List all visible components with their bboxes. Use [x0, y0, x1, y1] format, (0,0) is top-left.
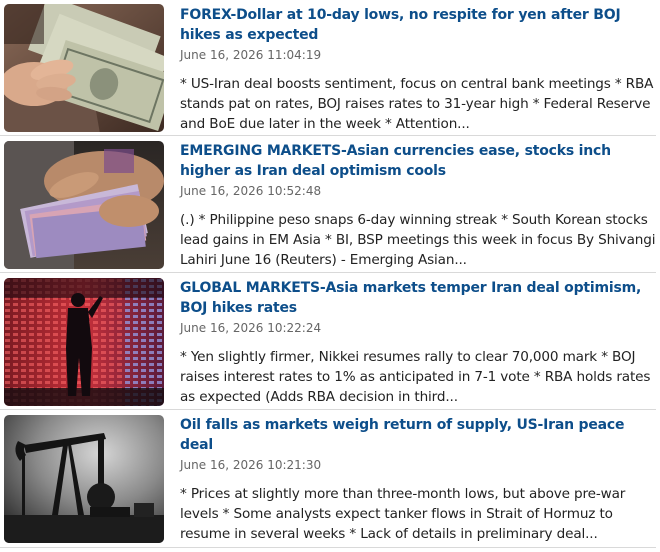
- news-item[interactable]: EMERGING MARKETS-Asian currencies ease, …: [0, 136, 660, 273]
- news-item[interactable]: GLOBAL MARKETS-Asia markets temper Iran …: [0, 273, 660, 410]
- currency-notes-image: [4, 141, 164, 269]
- headline-link[interactable]: Oil falls as markets weigh return of sup…: [180, 415, 656, 455]
- oil-pumpjack-thumbnail[interactable]: [4, 415, 164, 543]
- timestamp: June 16, 2026 10:52:48: [180, 184, 322, 198]
- summary-text: * Yen slightly firmer, Nikkei resumes ra…: [180, 349, 651, 405]
- timestamp: June 16, 2026 11:04:19: [180, 48, 322, 62]
- summary-text: * US-Iran deal boosts sentiment, focus o…: [180, 76, 654, 132]
- headline-link[interactable]: GLOBAL MARKETS-Asia markets temper Iran …: [180, 278, 656, 318]
- headline-link[interactable]: EMERGING MARKETS-Asian currencies ease, …: [180, 141, 656, 181]
- currency-notes-thumbnail[interactable]: [4, 141, 164, 269]
- headline-link[interactable]: FOREX-Dollar at 10-day lows, no respite …: [180, 5, 656, 45]
- stock-board-thumbnail[interactable]: [4, 278, 164, 406]
- news-item[interactable]: FOREX-Dollar at 10-day lows, no respite …: [0, 0, 660, 136]
- stock-board-silhouette-image: [4, 278, 164, 406]
- timestamp: June 16, 2026 10:21:30: [180, 458, 322, 472]
- timestamp: June 16, 2026 10:22:24: [180, 321, 322, 335]
- summary-text: * Prices at slightly more than three-mon…: [180, 486, 626, 542]
- oil-pumpjack-image: [4, 415, 164, 543]
- dollar-bills-image: [4, 4, 164, 132]
- summary-text: (.) * Philippine peso snaps 6-day winnin…: [180, 212, 656, 268]
- news-item[interactable]: Oil falls as markets weigh return of sup…: [0, 410, 660, 548]
- news-feed: FOREX-Dollar at 10-day lows, no respite …: [0, 0, 660, 552]
- dollar-bills-thumbnail[interactable]: [4, 4, 164, 132]
